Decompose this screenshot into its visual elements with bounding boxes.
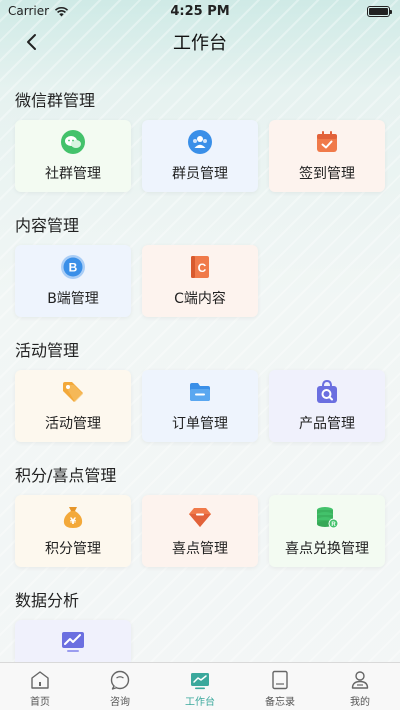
card-label: 产品管理 — [299, 416, 355, 432]
section-title-content: 内容管理 — [15, 216, 80, 235]
card-b-end-management[interactable]: B B端管理 — [15, 245, 131, 317]
section-title-points: 积分/喜点管理 — [15, 466, 117, 485]
status-left: Carrier — [8, 4, 69, 18]
card-checkin-management[interactable]: 签到管理 — [269, 120, 385, 192]
tab-bar: 首页 咨询 工作台 备忘录 我的 — [0, 662, 400, 710]
c-book-icon: C — [187, 254, 213, 280]
tab-mine[interactable]: 我的 — [320, 663, 400, 710]
home-icon — [31, 671, 49, 689]
card-xidian-exchange-management[interactable]: R 喜点兑换管理 — [269, 495, 385, 567]
nav-bar: 工作台 — [0, 22, 400, 62]
carrier-label: Carrier — [8, 4, 50, 18]
page-title: 工作台 — [173, 33, 227, 54]
user-icon — [351, 671, 369, 689]
battery-fill — [369, 7, 388, 15]
card-label: 喜点管理 — [172, 541, 228, 557]
card-order-management[interactable]: 订单管理 — [142, 370, 258, 442]
section-title-wechat-group: 微信群管理 — [15, 91, 96, 110]
card-label: C端内容 — [174, 291, 226, 307]
coin-stack-icon: R — [314, 504, 340, 530]
tab-label: 咨询 — [110, 697, 130, 708]
money-bag-icon: ¥ — [60, 504, 86, 530]
card-xidian-management[interactable]: 喜点管理 — [142, 495, 258, 567]
card-label: 订单管理 — [172, 416, 228, 432]
folder-icon — [187, 379, 213, 405]
card-data-analysis[interactable] — [15, 620, 131, 662]
battery-icon — [367, 5, 392, 17]
card-member-management[interactable]: 群员管理 — [142, 120, 258, 192]
members-icon — [187, 129, 213, 155]
diamond-icon — [187, 504, 213, 530]
b-circle-icon: B — [60, 254, 86, 280]
tag-icon — [60, 379, 86, 405]
workbench-icon — [191, 673, 209, 690]
tab-workbench[interactable]: 工作台 — [160, 663, 240, 710]
notebook-icon — [272, 670, 288, 690]
shopping-bag-search-icon — [314, 379, 340, 405]
card-label: 积分管理 — [45, 541, 101, 557]
svg-text:C: C — [198, 261, 207, 275]
card-community-management[interactable]: 社群管理 — [15, 120, 131, 192]
svg-text:B: B — [69, 261, 78, 275]
wechat-group-icon — [60, 129, 86, 155]
tab-label: 首页 — [30, 697, 50, 708]
card-label: 社群管理 — [45, 166, 101, 182]
card-label: 喜点兑换管理 — [285, 541, 369, 557]
section-title-activity: 活动管理 — [15, 341, 80, 360]
section-title-data-analysis: 数据分析 — [15, 591, 80, 610]
tab-label: 备忘录 — [265, 697, 295, 708]
tab-label: 工作台 — [185, 697, 215, 708]
card-points-management[interactable]: ¥ 积分管理 — [15, 495, 131, 567]
tab-label: 我的 — [350, 697, 370, 708]
card-label: 活动管理 — [45, 416, 101, 432]
svg-text:R: R — [331, 522, 336, 528]
back-button[interactable] — [18, 28, 46, 56]
wifi-icon — [54, 6, 69, 16]
card-label: B端管理 — [47, 291, 99, 307]
calendar-check-icon — [314, 129, 340, 155]
tab-consult[interactable]: 咨询 — [80, 663, 160, 710]
tab-memo[interactable]: 备忘录 — [240, 663, 320, 710]
chat-bubble-icon — [110, 670, 130, 690]
chart-monitor-icon — [60, 629, 86, 655]
status-bar: Carrier 4:25 PM — [0, 0, 400, 22]
workbench-content: 微信群管理 社群管理 群员管理 签到管理 内容管理 B B端管理 C C端内容 … — [0, 62, 400, 662]
card-c-end-content[interactable]: C C端内容 — [142, 245, 258, 317]
card-label: 群员管理 — [172, 166, 228, 182]
card-activity-management[interactable]: 活动管理 — [15, 370, 131, 442]
tab-home[interactable]: 首页 — [0, 663, 80, 710]
svg-text:¥: ¥ — [70, 517, 77, 527]
chevron-left-icon — [27, 34, 36, 50]
card-product-management[interactable]: 产品管理 — [269, 370, 385, 442]
card-label: 签到管理 — [299, 166, 355, 182]
